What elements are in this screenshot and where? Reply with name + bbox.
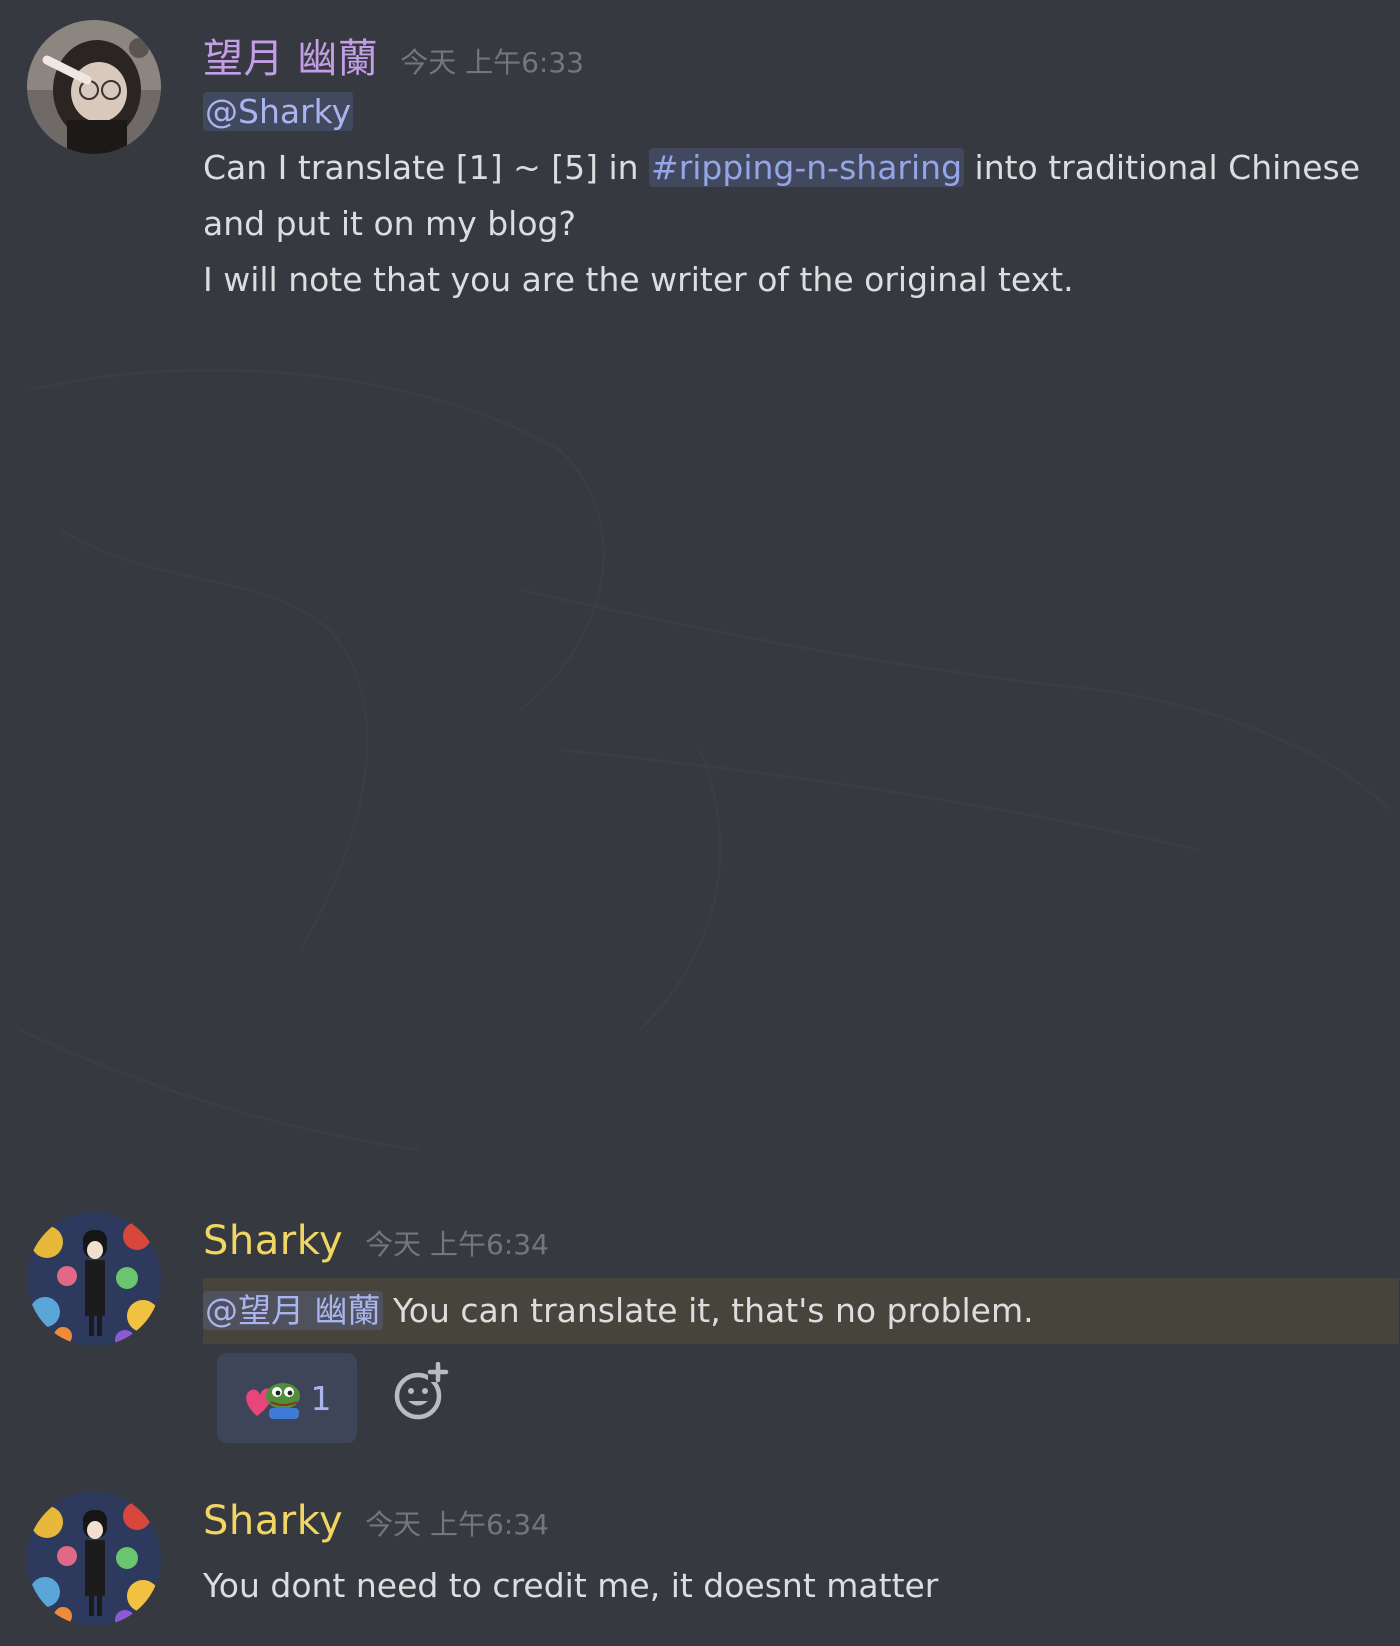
message-content: @望月 幽蘭 You can translate it, that's no p… [203, 1283, 1034, 1339]
mention-line: @Sharky [203, 84, 1363, 140]
timestamp: 今天 上午6:33 [400, 46, 584, 79]
reaction-button[interactable]: 1 [217, 1353, 357, 1443]
message-content: @Sharky Can I translate [1] ~ [5] in #ri… [203, 84, 1363, 308]
message-line: I will note that you are the writer of t… [203, 260, 1074, 299]
username[interactable]: Sharky [203, 1498, 343, 1544]
username[interactable]: 望月 幽蘭 [203, 26, 378, 84]
message-text: You can translate it, that's no problem. [382, 1291, 1034, 1330]
user-avatar[interactable] [27, 20, 161, 154]
message-header: Sharky 今天 上午6:34 [203, 1498, 549, 1544]
pepe-heart-icon [245, 1383, 300, 1419]
message-header: Sharky 今天 上午6:34 [203, 1218, 549, 1264]
channel-mention[interactable]: #ripping-n-sharing [649, 148, 965, 187]
background-watermark [19, 368, 1392, 1152]
message-text: You dont need to credit me, it doesnt ma… [203, 1566, 939, 1605]
message-text: into traditional Chinese [964, 148, 1360, 187]
user-avatar[interactable] [27, 1212, 161, 1346]
reaction-count: 1 [310, 1378, 332, 1418]
message-line: and put it on my blog? [203, 204, 576, 243]
timestamp: 今天 上午6:34 [365, 1228, 549, 1261]
user-mention[interactable]: @望月 幽蘭 [203, 1291, 383, 1330]
user-mention[interactable]: @Sharky [203, 92, 354, 131]
user-avatar[interactable] [27, 1492, 161, 1626]
username[interactable]: Sharky [203, 1218, 343, 1264]
add-reaction-icon[interactable] [392, 1362, 452, 1422]
message-content: You dont need to credit me, it doesnt ma… [203, 1558, 938, 1614]
timestamp: 今天 上午6:34 [365, 1508, 549, 1541]
message-line: Can I translate [1] ~ [5] in #ripping-n-… [203, 140, 1363, 196]
message-header: 望月 幽蘭 今天 上午6:33 [203, 26, 584, 84]
message-text: Can I translate [1] ~ [5] in [203, 148, 650, 187]
